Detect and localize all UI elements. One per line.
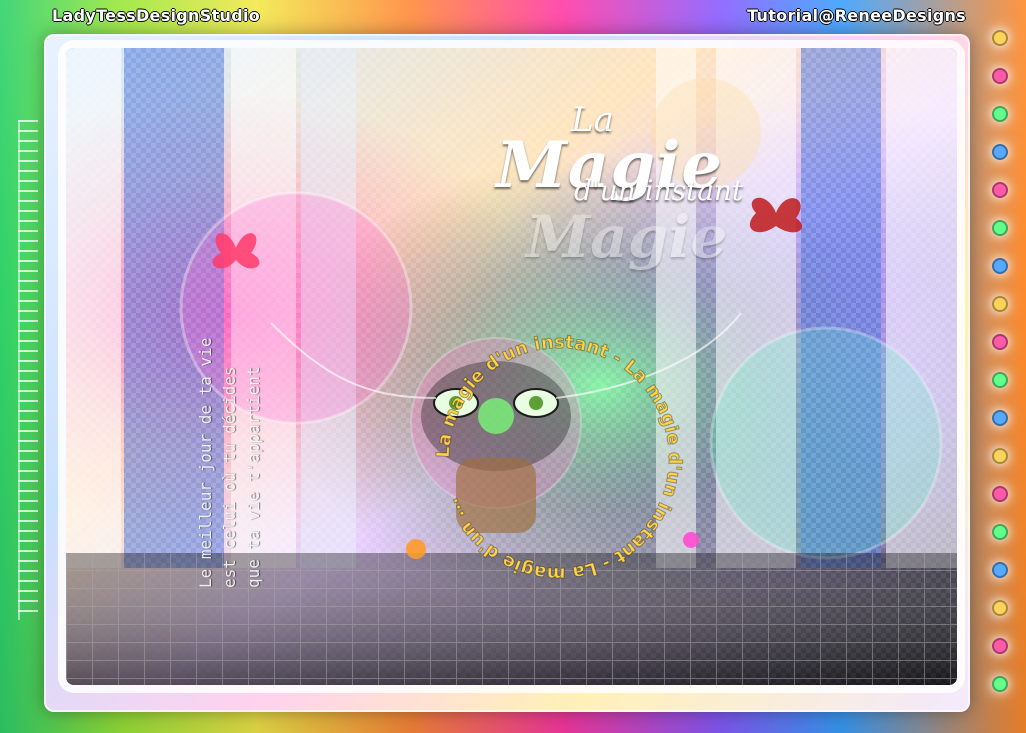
light-dot — [992, 676, 1008, 692]
vertical-quote-line-2: est celui où tu décides — [220, 366, 239, 588]
vertical-quote-line-3: que ta vie t'appartient — [244, 366, 263, 588]
brand-right: Tutorial@ReneeDesigns — [747, 6, 966, 25]
light-dot — [992, 182, 1008, 198]
light-dot — [992, 562, 1008, 578]
light-dot — [992, 486, 1008, 502]
light-dot — [992, 524, 1008, 540]
light-dot — [992, 600, 1008, 616]
light-dot — [992, 30, 1008, 46]
light-dot — [992, 410, 1008, 426]
light-dot — [992, 638, 1008, 654]
poster-frame: LadyTessDesignStudio Tutorial@ReneeDesig… — [0, 0, 1026, 733]
ring-text: La magie d'un instant - La magie d'un in… — [414, 313, 704, 603]
ring-text-svg: La magie d'un instant - La magie d'un in… — [432, 331, 685, 584]
svg-text:La magie d'un instant - La mag: La magie d'un instant - La magie d'un in… — [433, 332, 685, 584]
title-shadow-magie: Magie — [526, 203, 728, 271]
light-dot — [992, 372, 1008, 388]
light-dot — [992, 220, 1008, 236]
ring-textpath: La magie d'un instant - La magie d'un in… — [432, 331, 685, 584]
left-decorative-stripe — [18, 120, 38, 620]
right-light-dots — [992, 30, 1008, 710]
light-dot — [992, 258, 1008, 274]
light-dot — [992, 106, 1008, 122]
brand-left: LadyTessDesignStudio — [52, 6, 261, 25]
light-dot — [992, 334, 1008, 350]
vertical-quote: Le meilleur jour de ta vie est celui où … — [194, 228, 266, 588]
poster-image: La Magie d'un instant Magie Le meilleur … — [66, 48, 957, 685]
light-dot — [992, 68, 1008, 84]
light-dot — [992, 296, 1008, 312]
vertical-quote-line-1: Le meilleur jour de ta vie — [196, 337, 215, 588]
light-dot — [992, 448, 1008, 464]
light-dot — [992, 144, 1008, 160]
